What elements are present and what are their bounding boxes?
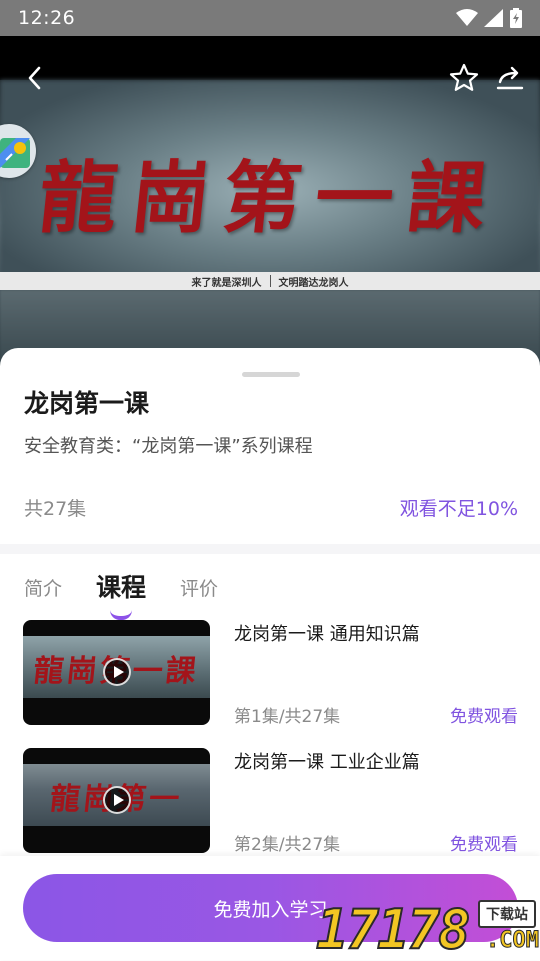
watermark-domain: .COM <box>486 928 540 954</box>
episode-index: 第2集/共27集 <box>234 835 341 855</box>
back-arrow-icon <box>28 66 41 90</box>
episode-count: 共27集 <box>24 498 87 520</box>
tab-course[interactable]: 课程 <box>96 568 146 604</box>
play-icon[interactable] <box>103 658 131 686</box>
watch-progress: 观看不足10% <box>399 498 518 520</box>
cover-caption-left: 来了就是深圳人 <box>191 277 262 289</box>
site-watermark: 17178 下载站 .COM <box>315 896 540 961</box>
episode-title: 龙岗第一课 通用知识篇 <box>234 624 420 645</box>
watermark-tag: 下载站 <box>478 900 536 928</box>
caption-separator <box>269 275 271 287</box>
cover-calligraphy-title: 龍崗第一課 <box>34 153 505 244</box>
episode-thumbnail[interactable]: 龍崗第一 <box>23 748 210 853</box>
episode-item[interactable]: 龍崗第一課 龙岗第一课 通用知识篇 第1集/共27集 免费观看 <box>0 620 540 727</box>
star-icon <box>449 63 479 91</box>
free-watch-link[interactable]: 免费观看 <box>450 830 518 855</box>
course-description: 安全教育类：“龙岗第一课”系列课程 <box>24 436 313 457</box>
episode-index: 第1集/共27集 <box>234 707 341 727</box>
section-divider <box>0 544 540 554</box>
cover-caption-strip: 来了就是深圳人 文明踏达龙岗人 <box>0 272 540 290</box>
free-watch-link[interactable]: 免费观看 <box>450 702 518 727</box>
course-title: 龙岗第一课 <box>24 389 150 418</box>
favorite-button[interactable] <box>448 62 480 94</box>
episode-title: 龙岗第一课 工业企业篇 <box>234 752 420 773</box>
sheet-drag-handle[interactable] <box>242 372 300 377</box>
share-button[interactable] <box>494 62 526 94</box>
tab-reviews[interactable]: 评价 <box>180 574 218 601</box>
episode-item[interactable]: 龍崗第一 龙岗第一课 工业企业篇 第2集/共27集 免费观看 <box>0 748 540 855</box>
battery-icon <box>510 8 522 28</box>
signal-icon <box>484 9 503 27</box>
share-icon <box>496 66 524 90</box>
course-cover-video[interactable]: 龍崗第一課 来了就是深圳人 文明踏达龙岗人 <box>0 36 540 376</box>
watermark-number: 17178 <box>315 897 472 961</box>
back-button[interactable] <box>22 64 50 92</box>
play-icon[interactable] <box>103 786 131 814</box>
status-bar: 12:26 <box>0 0 540 36</box>
active-tab-indicator <box>110 610 132 620</box>
wifi-icon <box>456 9 478 26</box>
status-icons <box>456 8 522 28</box>
cover-caption-right: 文明踏达龙岗人 <box>278 277 349 289</box>
episode-thumbnail[interactable]: 龍崗第一課 <box>23 620 210 725</box>
tab-intro[interactable]: 简介 <box>24 574 62 601</box>
status-time: 12:26 <box>18 7 76 29</box>
course-tabs: 简介 课程 评价 <box>0 568 540 612</box>
